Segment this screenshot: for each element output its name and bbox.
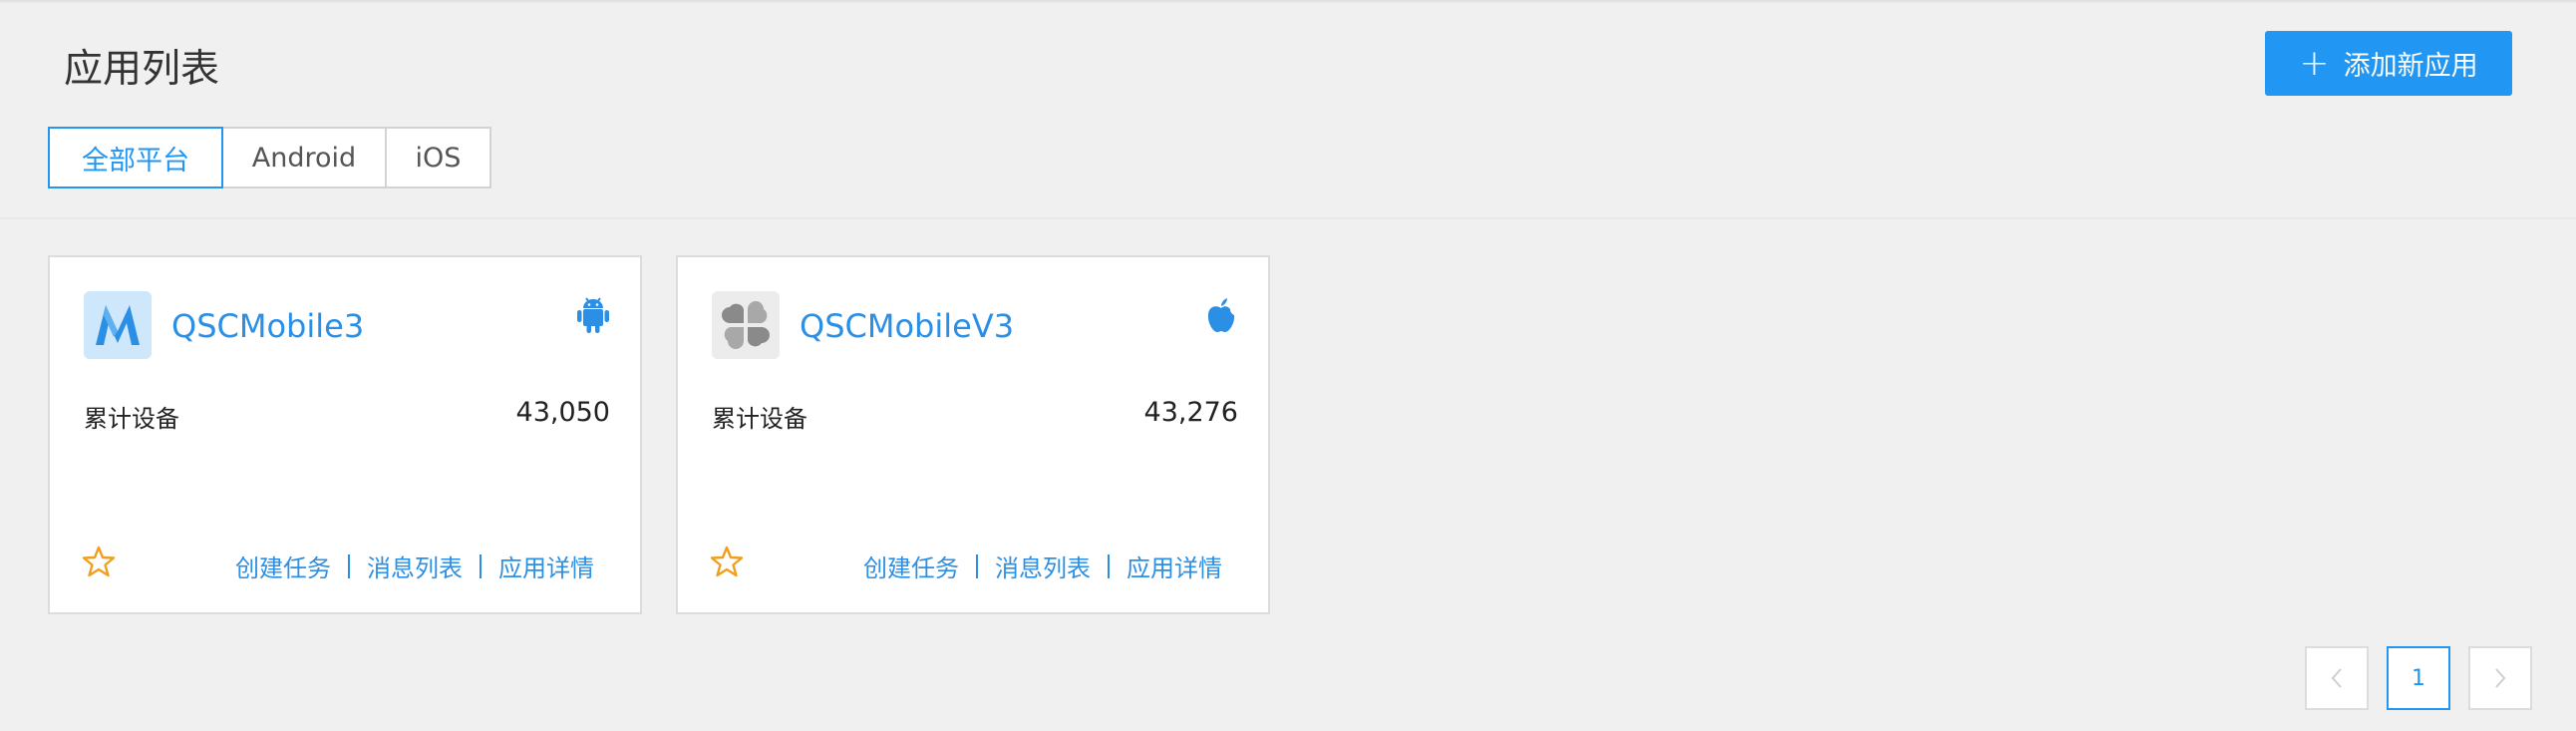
app-details-link[interactable]: 应用详情 — [498, 548, 594, 583]
m-logo-icon[interactable] — [84, 291, 152, 359]
stat-label: 累计设备 — [84, 405, 179, 433]
tab-android[interactable]: Android — [221, 127, 387, 188]
card-links: 创建任务 消息列表 应用详情 — [235, 548, 594, 583]
create-task-link[interactable]: 创建任务 — [235, 548, 331, 583]
android-icon — [577, 297, 609, 333]
page-number-button[interactable]: 1 — [2387, 646, 2450, 710]
prev-page-button[interactable] — [2305, 646, 2369, 710]
chevron-left-icon — [2331, 668, 2342, 688]
link-separator — [480, 553, 482, 578]
star-icon[interactable] — [710, 545, 744, 578]
app-name-link[interactable]: QSCMobileV3 — [800, 307, 1014, 345]
section-divider — [0, 217, 2576, 219]
tab-all-platforms[interactable]: 全部平台 — [48, 127, 223, 188]
pagination: 1 — [2305, 646, 2532, 710]
message-list-link[interactable]: 消息列表 — [367, 548, 463, 583]
stat-value: 43,276 — [1143, 397, 1238, 428]
plus-icon: + — [2299, 42, 2330, 84]
link-separator — [976, 553, 978, 578]
clover-logo-icon[interactable] — [712, 291, 780, 359]
add-app-label: 添加新应用 — [2343, 51, 2478, 82]
app-card: QSCMobile3 累计设备 43,050 创建任务 消息列表 应用详情 — [48, 255, 642, 614]
stat-label: 累计设备 — [712, 405, 807, 433]
add-app-button[interactable]: + 添加新应用 — [2265, 31, 2512, 96]
platform-tabs: 全部平台 Android iOS — [48, 127, 491, 188]
link-separator — [348, 553, 350, 578]
link-separator — [1108, 553, 1110, 578]
app-name-link[interactable]: QSCMobile3 — [171, 307, 364, 345]
create-task-link[interactable]: 创建任务 — [863, 548, 959, 583]
card-links: 创建任务 消息列表 应用详情 — [863, 548, 1222, 583]
tab-ios[interactable]: iOS — [385, 127, 491, 188]
star-icon[interactable] — [82, 545, 116, 578]
apple-icon — [1207, 298, 1235, 332]
chevron-right-icon — [2495, 668, 2506, 688]
stat-value: 43,050 — [515, 397, 610, 428]
message-list-link[interactable]: 消息列表 — [995, 548, 1091, 583]
page-title: 应用列表 — [64, 47, 220, 92]
app-card: QSCMobileV3 累计设备 43,276 创建任务 消息列表 应用详情 — [676, 255, 1270, 614]
app-details-link[interactable]: 应用详情 — [1127, 548, 1222, 583]
top-shadow — [0, 0, 2576, 4]
next-page-button[interactable] — [2468, 646, 2532, 710]
